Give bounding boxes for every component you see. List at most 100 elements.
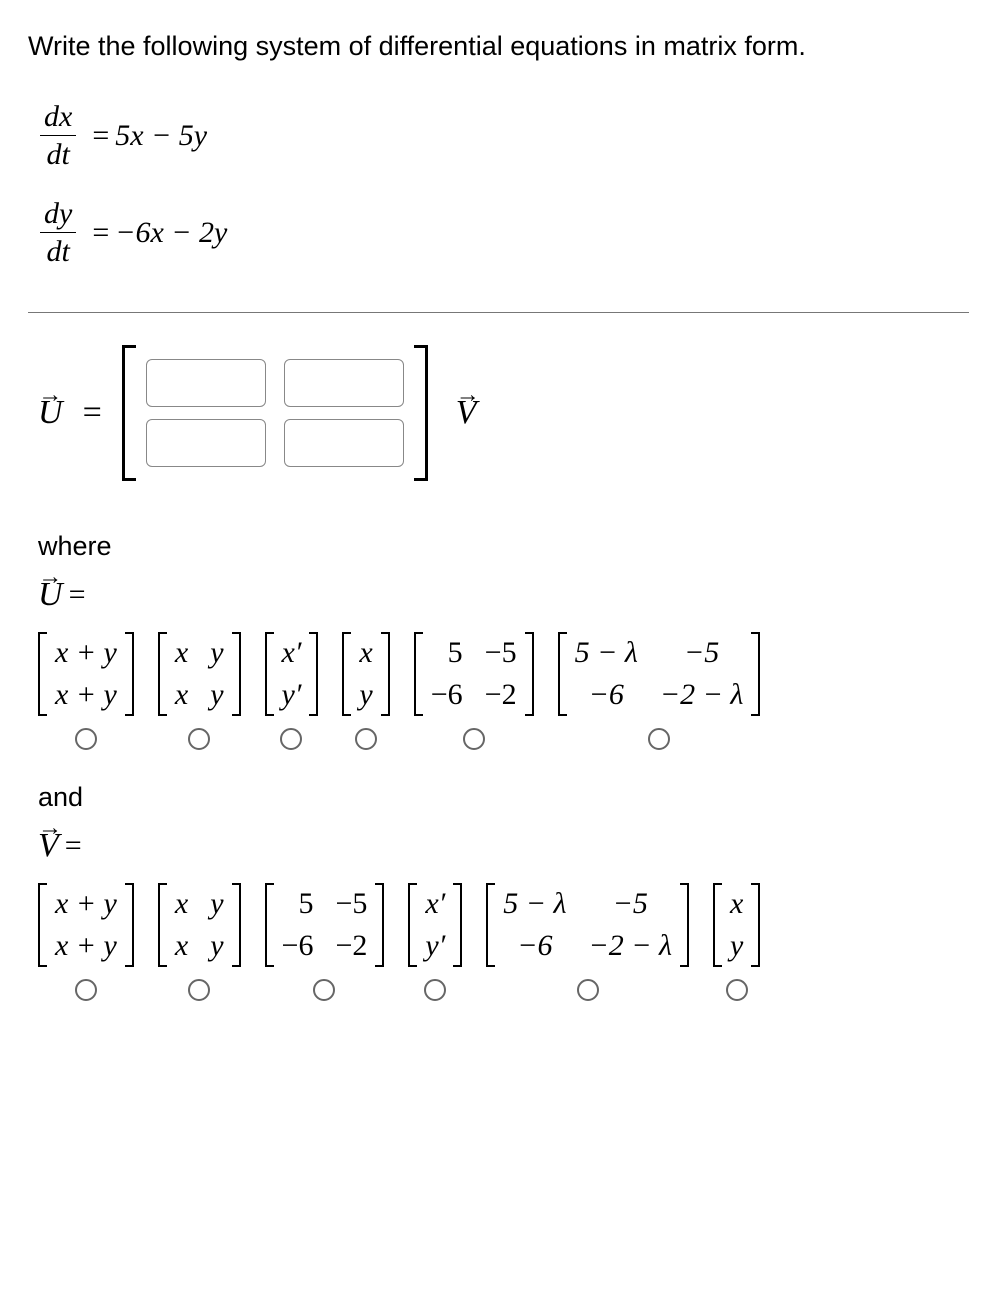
matrix-cell: x: [175, 678, 188, 712]
matrix-option: x′ y′: [408, 883, 462, 967]
vector-arrow-icon: →: [38, 564, 63, 591]
matrix-cell: x: [730, 887, 743, 921]
matrix-cell: −6: [503, 929, 566, 963]
v-choice: xyxy: [158, 883, 241, 1001]
eq1-rhs: 5x − 5y: [115, 119, 207, 153]
matrix-cell: −6: [282, 929, 314, 963]
matrix-option: xy: [713, 883, 760, 967]
matrix-option: x′ y′: [265, 632, 319, 716]
matrix-cell: x′: [425, 887, 445, 921]
v-choice: x + y x + y: [38, 883, 134, 1001]
matrix-option: xyxy: [158, 883, 241, 967]
matrix-cell: y: [210, 929, 223, 963]
matrix-option: x + y x + y: [38, 632, 134, 716]
u-radio[interactable]: [188, 728, 210, 750]
matrix-option: x + y x + y: [38, 883, 134, 967]
matrix-cell: −2: [335, 929, 367, 963]
eq1-lhs-num: dx: [40, 100, 76, 133]
matrix-cell: x: [175, 887, 188, 921]
u-radio[interactable]: [355, 728, 377, 750]
v-radio[interactable]: [313, 979, 335, 1001]
matrix-cell: y′: [282, 678, 302, 712]
where-label: where: [38, 531, 969, 562]
uv-equation-row: → U = → V: [38, 345, 969, 481]
vector-arrow-icon: →: [38, 815, 59, 842]
matrix-cell-input-22[interactable]: [284, 419, 404, 467]
u-equals-line: → U =: [38, 576, 969, 614]
vector-u-symbol: → U: [38, 394, 63, 432]
v-radio[interactable]: [188, 979, 210, 1001]
u-radio[interactable]: [648, 728, 670, 750]
matrix-cell: 5: [431, 636, 463, 670]
matrix-cell: x + y: [55, 887, 117, 921]
u-radio[interactable]: [463, 728, 485, 750]
matrix-option: 5 −5 −6 −2: [414, 632, 534, 716]
u-choice: 5 − λ−5−6−2 − λ: [558, 632, 761, 750]
vector-arrow-icon: →: [38, 382, 63, 409]
v-choice: 5 −5 −6 −2: [265, 883, 385, 1001]
equation-block: dx dt = 5x − 5y dy dt = −6x − 2y: [28, 84, 969, 313]
matrix-cell: y: [730, 929, 743, 963]
matrix-cell: y: [210, 678, 223, 712]
equation-1: dx dt = 5x − 5y: [40, 100, 957, 171]
v-equals-line: → V =: [38, 827, 969, 865]
matrix-cell: x: [175, 929, 188, 963]
matrix-cell: 5 − λ: [503, 887, 566, 921]
u-radio[interactable]: [75, 728, 97, 750]
matrix-cell: −5: [589, 887, 672, 921]
matrix-option: xyxy: [158, 632, 241, 716]
matrix-cell: x + y: [55, 929, 117, 963]
matrix-cell: y: [210, 887, 223, 921]
vector-arrow-icon: →: [456, 382, 477, 409]
v-radio[interactable]: [75, 979, 97, 1001]
matrix-cell: −5: [485, 636, 517, 670]
matrix-option: 5 − λ−5−6−2 − λ: [558, 632, 761, 716]
matrix-option: 5 −5 −6 −2: [265, 883, 385, 967]
eq1-lhs-den: dt: [42, 138, 73, 171]
u-choice: xyxy: [158, 632, 241, 750]
matrix-cell: 5: [282, 887, 314, 921]
u-radio[interactable]: [280, 728, 302, 750]
equation-2: dy dt = −6x − 2y: [40, 197, 957, 268]
eq2-lhs-num: dy: [40, 197, 76, 230]
u-choice: x′ y′: [265, 632, 319, 750]
matrix-cell: −2: [485, 678, 517, 712]
matrix-cell: x + y: [55, 636, 117, 670]
matrix-cell: y: [210, 636, 223, 670]
matrix-input: [122, 345, 428, 481]
equals-sign: =: [77, 394, 108, 432]
u-choice: x + y x + y: [38, 632, 134, 750]
matrix-cell: −2 − λ: [589, 929, 672, 963]
matrix-cell: −6: [575, 678, 638, 712]
u-choice: xy: [342, 632, 389, 750]
question-prompt: Write the following system of differenti…: [28, 28, 969, 64]
matrix-cell: x + y: [55, 678, 117, 712]
matrix-cell-input-12[interactable]: [284, 359, 404, 407]
matrix-cell-input-21[interactable]: [146, 419, 266, 467]
matrix-cell: x: [175, 636, 188, 670]
matrix-option: xy: [342, 632, 389, 716]
and-label: and: [38, 782, 969, 813]
matrix-cell: −5: [335, 887, 367, 921]
v-radio[interactable]: [726, 979, 748, 1001]
vector-v-symbol: → V: [456, 394, 477, 432]
v-choice: x′ y′: [408, 883, 462, 1001]
matrix-cell: −2 − λ: [660, 678, 743, 712]
u-choice-group: x + yx + yxyxyx′y′xy5−5−6−25 − λ−5−6−2 −…: [38, 632, 969, 750]
matrix-cell: 5 − λ: [575, 636, 638, 670]
matrix-cell-input-11[interactable]: [146, 359, 266, 407]
matrix-option: 5 − λ −5 −6 −2 − λ: [486, 883, 689, 967]
v-radio[interactable]: [424, 979, 446, 1001]
v-choice: 5 − λ −5 −6 −2 − λ: [486, 883, 689, 1001]
equals-sign: =: [86, 216, 115, 250]
equals-sign: =: [86, 119, 115, 153]
matrix-cell: x′: [282, 636, 302, 670]
matrix-cell: x: [359, 636, 372, 670]
eq2-lhs-den: dt: [42, 235, 73, 268]
v-radio[interactable]: [577, 979, 599, 1001]
v-choice: xy: [713, 883, 760, 1001]
matrix-cell: y′: [425, 929, 445, 963]
v-choice-group: x + yx + yxyxy5−5−6−2x′y′5 − λ−5−6−2 − λ…: [38, 883, 969, 1001]
u-choice: 5 −5 −6 −2: [414, 632, 534, 750]
matrix-cell: −6: [431, 678, 463, 712]
